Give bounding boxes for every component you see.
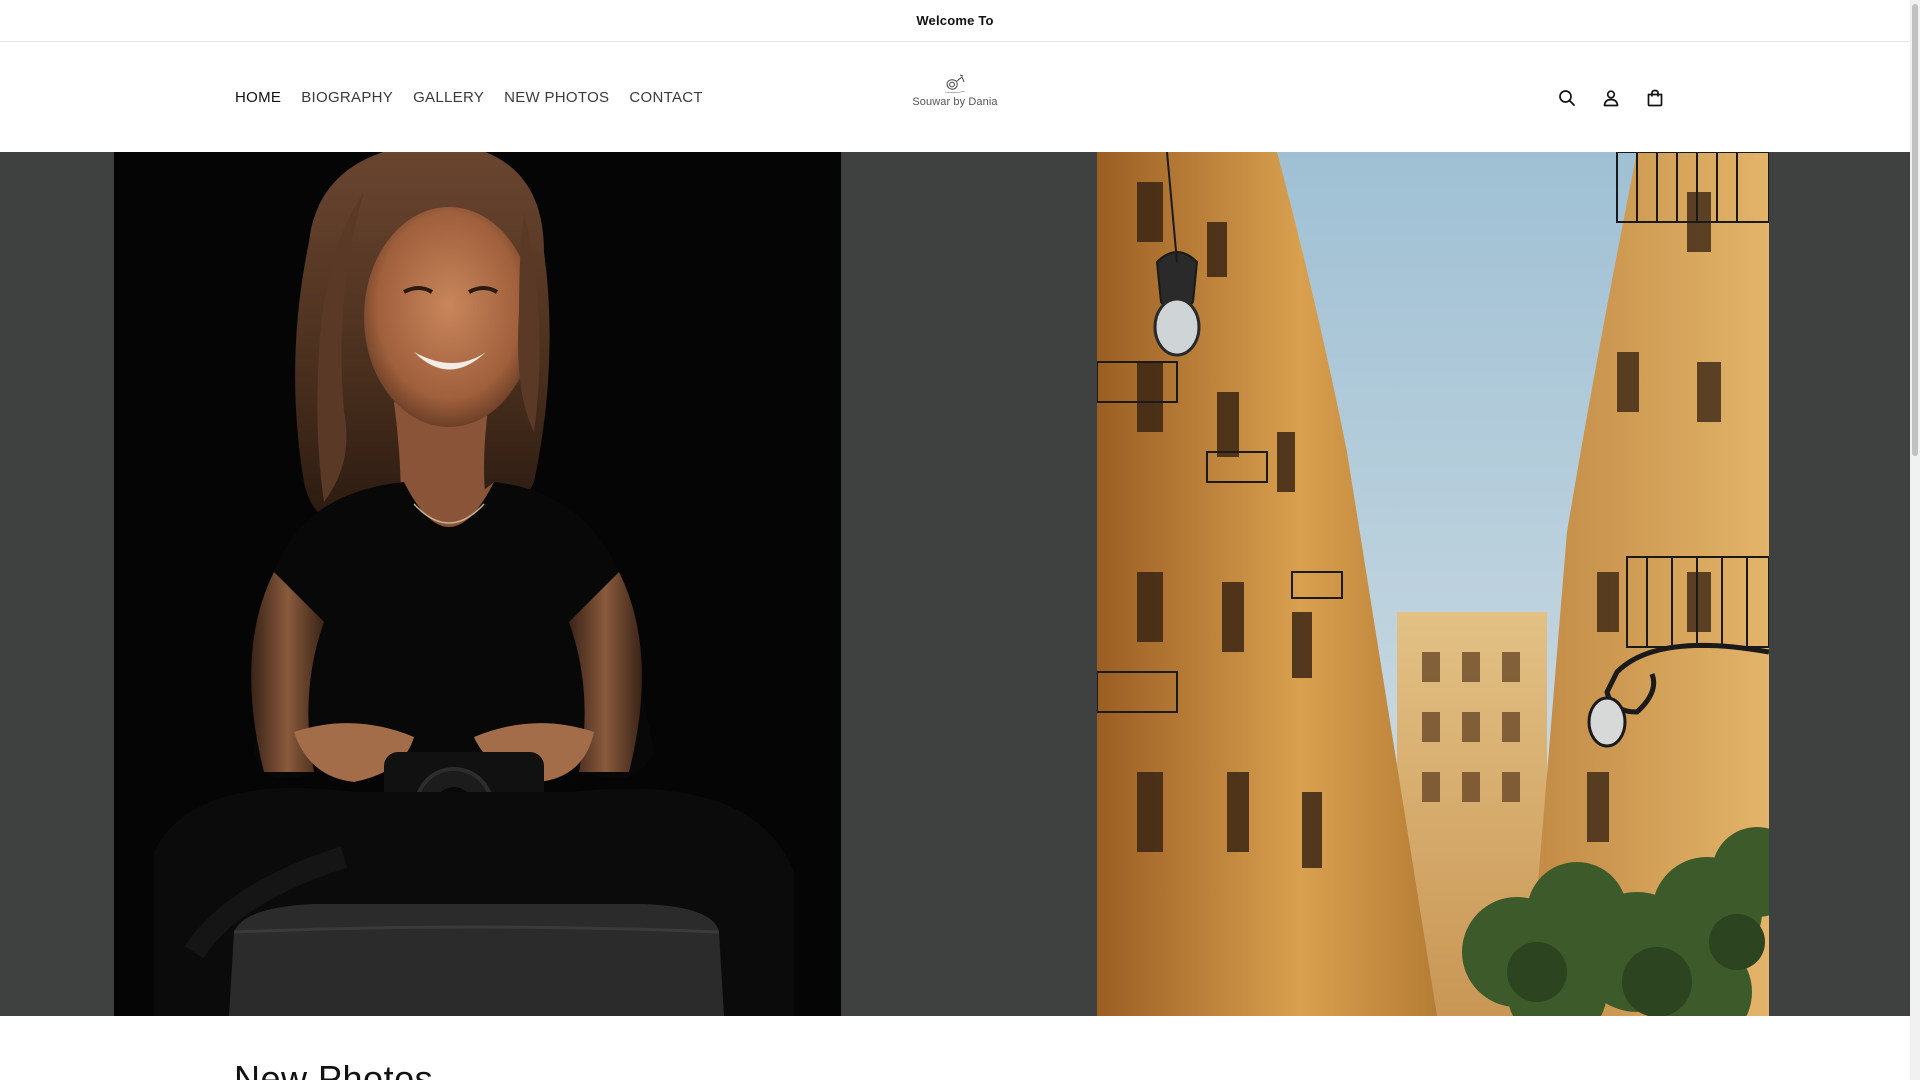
portrait-illustration xyxy=(154,152,794,1016)
nav-item-new-photos[interactable]: NEW PHOTOS xyxy=(494,89,619,106)
header-actions xyxy=(1545,43,1677,152)
search-button[interactable] xyxy=(1545,76,1589,120)
search-icon xyxy=(1559,89,1575,106)
hero-portrait-image xyxy=(114,152,841,1016)
hero-banner xyxy=(0,152,1910,1016)
street-illustration xyxy=(1097,152,1769,1016)
site-logo[interactable]: Souwar by Dania xyxy=(905,73,1005,125)
camera-logo-icon xyxy=(944,74,966,94)
logo-text: Souwar by Dania xyxy=(912,96,998,108)
cart-button[interactable] xyxy=(1633,76,1677,120)
hero-street-image xyxy=(1097,152,1769,1016)
scrollbar-thumb[interactable] xyxy=(1912,4,1918,456)
nav-item-biography[interactable]: BIOGRAPHY xyxy=(291,89,403,106)
account-button[interactable] xyxy=(1589,76,1633,120)
nav-item-gallery[interactable]: GALLERY xyxy=(403,89,494,106)
page: Welcome To HOME BIOGRAPHY GALLERY NEW PH… xyxy=(0,0,1920,1080)
nav-item-home[interactable]: HOME xyxy=(235,89,291,106)
page-scrollbar[interactable] xyxy=(1910,0,1920,1080)
section-title: New Photos xyxy=(234,1058,434,1080)
site-header: HOME BIOGRAPHY GALLERY NEW PHOTOS CONTAC… xyxy=(0,43,1910,152)
main-nav: HOME BIOGRAPHY GALLERY NEW PHOTOS CONTAC… xyxy=(235,43,713,152)
announcement-text: Welcome To xyxy=(916,13,994,28)
account-icon xyxy=(1603,89,1619,106)
nav-item-contact[interactable]: CONTACT xyxy=(619,89,712,106)
announcement-bar: Welcome To xyxy=(0,0,1910,42)
cart-icon xyxy=(1647,89,1663,106)
